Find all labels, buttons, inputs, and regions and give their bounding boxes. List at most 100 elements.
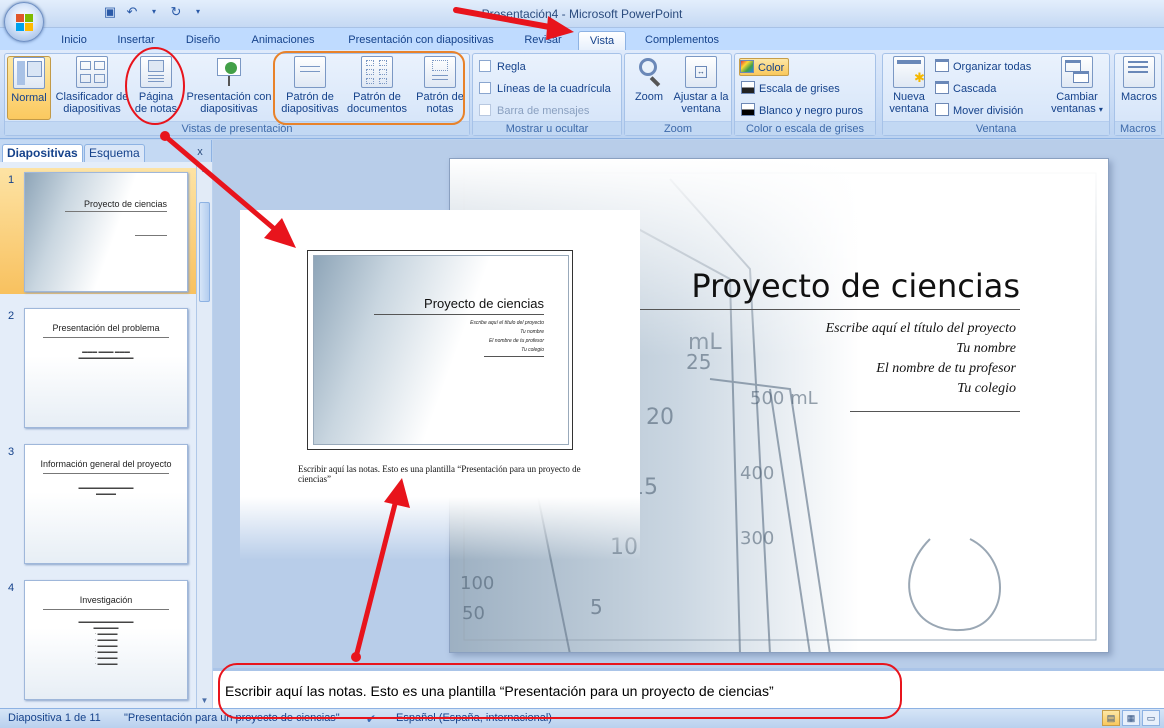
- group-zoom: Zoom ↔ Ajustar a la ventana Zoom: [624, 53, 732, 136]
- fit-to-window-button[interactable]: ↔ Ajustar a la ventana: [673, 56, 729, 120]
- window-title: Presentación4 - Microsoft PowerPoint: [481, 7, 683, 21]
- pane-tabs: Diapositivas Esquema x: [0, 142, 212, 162]
- school-placeholder[interactable]: Tu colegio: [750, 381, 1016, 397]
- new-window-icon: ✱: [893, 56, 925, 88]
- slide-master-button[interactable]: Patrón de diapositivas: [279, 56, 341, 120]
- tab-insertar[interactable]: Insertar: [108, 31, 164, 50]
- scrollbar-thumb[interactable]: [199, 202, 210, 302]
- zoom-label: Zoom: [634, 91, 664, 103]
- gridlines-label: Líneas de la cuadrícula: [497, 83, 611, 95]
- language[interactable]: Español (España, internacional): [396, 712, 552, 724]
- slideshow-icon: [213, 56, 245, 88]
- handout-master-icon: [361, 56, 393, 88]
- slide-sorter-button[interactable]: Clasificador de diapositivas: [53, 56, 131, 120]
- notes-master-icon: [424, 56, 456, 88]
- magnifier-icon: [633, 56, 665, 88]
- black-white-label: Blanco y negro puros: [759, 105, 863, 117]
- subtitle-rule: [850, 411, 1020, 412]
- normal-view-button[interactable]: Normal: [7, 56, 51, 120]
- slide-count: Diapositiva 1 de 11: [8, 712, 101, 724]
- tab-revisar[interactable]: Revisar: [516, 31, 570, 50]
- tab-esquema[interactable]: Esquema: [84, 144, 145, 162]
- slide-thumbnail-4[interactable]: 4 Investigación ▬▬▬▬▬▬▬▬▬▬▬ ▬▬▬▬▬ · ▬▬▬▬ · …: [0, 576, 196, 702]
- slide-number: 3: [8, 446, 15, 458]
- normal-view-status-icon[interactable]: ▤: [1102, 710, 1120, 726]
- project-title-placeholder[interactable]: Escribe aquí el título del proyecto: [750, 321, 1016, 337]
- color-button[interactable]: Color: [739, 58, 790, 76]
- group-label-zoom: Zoom: [625, 121, 731, 135]
- tab-vista[interactable]: Vista: [578, 31, 626, 50]
- macros-label: Macros: [1120, 91, 1158, 103]
- slide-sorter-icon: [76, 56, 108, 88]
- slide-title[interactable]: Proyecto de ciencias: [680, 267, 1020, 305]
- message-bar-checkbox: [479, 104, 491, 116]
- slide-thumbnail-2[interactable]: 2 Presentación del problema ▬▬▬ ▬▬▬ ▬▬▬ ▬…: [0, 304, 196, 430]
- tab-presentacion[interactable]: Presentación con diapositivas: [336, 31, 506, 50]
- notes-page-button[interactable]: Página de notas: [133, 56, 179, 120]
- arrange-all-icon: [935, 59, 949, 72]
- macros-button[interactable]: Macros: [1117, 56, 1161, 120]
- notes-page-preview: Proyecto de ciencias Escribe aquí el tít…: [240, 210, 640, 560]
- name-placeholder[interactable]: Tu nombre: [750, 341, 1016, 357]
- group-mostrar: Regla Líneas de la cuadrícula Barra de m…: [472, 53, 622, 136]
- fit-to-window-label: Ajustar a la ventana: [673, 91, 729, 115]
- slides-pane: Diapositivas Esquema x 1 Proyecto de cie…: [0, 140, 212, 708]
- message-bar-label: Barra de mensajes: [497, 105, 590, 117]
- new-window-button[interactable]: ✱ Nueva ventana: [887, 56, 931, 120]
- cascade-button[interactable]: Cascada: [935, 80, 996, 98]
- slide-thumbnail-1[interactable]: 1 Proyecto de ciencias: [0, 168, 196, 294]
- slide-thumbnails[interactable]: 1 Proyecto de ciencias 2 Presentación de…: [0, 162, 196, 708]
- gridlines-checkbox-row[interactable]: Líneas de la cuadrícula: [479, 80, 611, 98]
- slide-thumbnail-3[interactable]: 3 Información general del proyecto ▬▬▬▬▬…: [0, 440, 196, 566]
- tab-diapositivas[interactable]: Diapositivas: [2, 144, 83, 162]
- scroll-down-icon[interactable]: ▼: [199, 695, 210, 706]
- notes-thumb-subtitle: Escribe aquí el título del proyecto: [470, 320, 544, 326]
- arrange-all-button[interactable]: Organizar todas: [935, 58, 1031, 76]
- group-label-macros: Macros: [1115, 121, 1161, 135]
- title-bar: ▣ ↶ ▾ ↻ ▾ Presentación4 - Microsoft Powe…: [0, 0, 1164, 42]
- move-split-button[interactable]: Mover división: [935, 102, 1023, 120]
- fit-window-icon: ↔: [685, 56, 717, 88]
- group-color: Color Escala de grises Blanco y negro pu…: [734, 53, 876, 136]
- spellcheck-icon[interactable]: ✔: [366, 712, 376, 726]
- thumb-title: Proyecto de ciencias: [83, 199, 167, 209]
- slide-master-label: Patrón de diapositivas: [281, 91, 339, 115]
- group-label-ventana: Ventana: [883, 121, 1109, 135]
- zoom-button[interactable]: Zoom: [629, 56, 669, 120]
- close-pane-icon[interactable]: x: [194, 146, 206, 158]
- notes-master-button[interactable]: Patrón de notas: [413, 56, 467, 120]
- cascade-label: Cascada: [953, 83, 997, 95]
- gridlines-checkbox[interactable]: [479, 82, 491, 94]
- scroll-up-icon[interactable]: ▲: [199, 164, 210, 175]
- handout-master-label: Patrón de documentos: [347, 91, 407, 115]
- notes-thumb-subtitle: Tu nombre: [520, 329, 544, 335]
- teacher-placeholder[interactable]: El nombre de tu profesor: [750, 361, 1016, 377]
- slide-sorter-status-icon[interactable]: ▦: [1122, 710, 1140, 726]
- slide-thumb-image: Investigación ▬▬▬▬▬▬▬▬▬▬▬ ▬▬▬▬▬ · ▬▬▬▬ · ▬▬…: [24, 580, 188, 700]
- cascade-icon: [935, 81, 949, 94]
- thumb-title: Presentación del problema: [52, 323, 160, 333]
- office-button[interactable]: [4, 2, 44, 42]
- notes-thumb-subtitle: El nombre de tu profesor: [488, 338, 544, 344]
- ruler-checkbox-row[interactable]: Regla: [479, 58, 526, 76]
- notes-pane[interactable]: Escribir aquí las notas. Esto es una pla…: [213, 668, 1164, 708]
- group-macros: Macros Macros: [1114, 53, 1162, 136]
- color-swatch-icon: [740, 60, 754, 73]
- ruler-checkbox[interactable]: [479, 60, 491, 72]
- pane-scrollbar[interactable]: ▲ ▼: [196, 162, 212, 708]
- tab-inicio[interactable]: Inicio: [52, 31, 96, 50]
- black-white-button[interactable]: Blanco y negro puros: [741, 102, 863, 120]
- handout-master-button[interactable]: Patrón de documentos: [345, 56, 409, 120]
- tab-animaciones[interactable]: Animaciones: [240, 31, 326, 50]
- slideshow-button[interactable]: Presentación con diapositivas: [185, 56, 273, 120]
- switch-windows-button[interactable]: Cambiar ventanas ▾: [1047, 56, 1107, 120]
- tab-diseno[interactable]: Diseño: [176, 31, 230, 50]
- ruler-label: Regla: [497, 61, 526, 73]
- slide-thumb-image: Proyecto de ciencias: [24, 172, 188, 292]
- slideshow-status-icon[interactable]: ▭: [1142, 710, 1160, 726]
- switch-windows-label: Cambiar ventanas ▾: [1051, 91, 1103, 115]
- grayscale-button[interactable]: Escala de grises: [741, 80, 840, 98]
- notes-text[interactable]: Escribir aquí las notas. Esto es una pla…: [225, 683, 774, 699]
- tab-complementos[interactable]: Complementos: [634, 31, 730, 50]
- ribbon: Normal Clasificador de diapositivas Pági…: [0, 50, 1164, 139]
